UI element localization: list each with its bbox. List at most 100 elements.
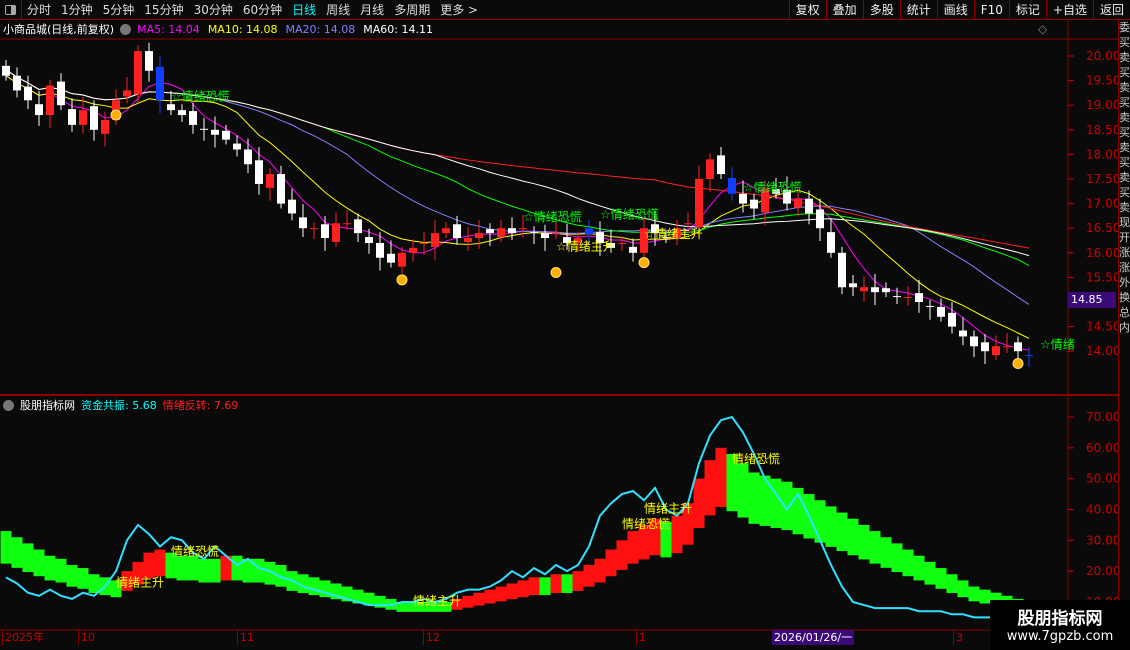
candle-body [365, 237, 373, 243]
stock-title: 小商品城(日线,前复权) [3, 23, 115, 36]
ma-label: MA10: 14.08 [207, 22, 278, 36]
candle-body [46, 85, 54, 116]
emotion-bar [484, 589, 496, 604]
y-tick-label: 19.50 [1086, 74, 1120, 88]
side-info-column: 委买卖买卖买卖买卖买卖买卖现开涨涨外换总内 [1118, 20, 1130, 630]
gold-coin-icon [396, 274, 408, 286]
indicator-legend: 股朋指标网 资金共振: 5.68 情绪反转: 7.69 [3, 397, 238, 413]
emotion-bar [902, 549, 914, 577]
emotion-bar [88, 574, 100, 593]
signal-label: 情绪主升 [413, 594, 461, 608]
period-toolbar: 分时 1分钟 5分钟 15分钟 30分钟 60分钟 日线 周线 月线 多周期 更多 > 复权 叠加 多股… [0, 0, 1130, 20]
toolbar-button[interactable]: 统计 [899, 0, 937, 20]
y-tick-label: 14.00 [1086, 344, 1120, 358]
candle-body [13, 75, 21, 91]
period-tab[interactable]: 60分钟 [238, 1, 287, 18]
emotion-bar [770, 478, 782, 528]
toolbar-button[interactable]: +自选 [1045, 0, 1093, 20]
toolbar-button[interactable]: 多股 [862, 0, 900, 20]
emotion-bar [913, 555, 925, 581]
candle-body [376, 242, 384, 258]
candle-body [387, 253, 395, 263]
candle-body [1003, 346, 1011, 348]
toolbar-button[interactable]: 标记 [1008, 0, 1046, 20]
candle-body [79, 110, 87, 125]
emotion-bar [308, 577, 320, 596]
candle-body [750, 199, 758, 209]
candle-body [431, 233, 439, 247]
y-tick-label: 19.00 [1086, 98, 1120, 112]
emotion-bar [605, 549, 617, 577]
emotion-bar [880, 537, 892, 568]
diamond-icon: ◇ [1038, 22, 1048, 36]
signal-label: ☆情绪恐慌 [600, 207, 659, 221]
period-tab[interactable]: 分时 [22, 1, 56, 18]
toolbar-button[interactable]: F10 [973, 0, 1009, 20]
panel-toggle-icon[interactable] [0, 0, 22, 20]
cursor-date: 2026/01/26/一 [772, 630, 855, 645]
emotion-bar [781, 481, 793, 531]
gold-coin-icon [110, 109, 122, 121]
candle-body [277, 174, 285, 204]
emotion-bar [737, 463, 749, 518]
period-tab[interactable]: 日线 [287, 1, 321, 18]
period-tab[interactable]: 月线 [355, 1, 389, 18]
emotion-bar [561, 574, 573, 593]
period-tab[interactable]: 1分钟 [56, 1, 98, 18]
emotion-bar [154, 549, 166, 577]
y-tick-label: 20.00 [1086, 564, 1120, 578]
period-tab[interactable]: 多周期 [389, 1, 435, 18]
price-legend: 小商品城(日线,前复权) MA5: 14.04 MA10: 14.08 MA20: … [3, 21, 433, 37]
candle-body [134, 51, 142, 95]
candle-body [541, 233, 549, 239]
candle-body [684, 223, 692, 225]
period-tab[interactable]: 15分钟 [139, 1, 188, 18]
candle-body [68, 109, 76, 125]
ma-label: MA60: 14.11 [363, 22, 433, 36]
emotion-bar [44, 555, 56, 581]
candle-body [816, 209, 824, 229]
toolbar-button[interactable]: 叠加 [825, 0, 863, 20]
candle-body [321, 224, 329, 239]
toolbar-button[interactable]: 画线 [936, 0, 974, 20]
emotion-bar [715, 447, 727, 508]
emotion-bar [627, 531, 639, 564]
emotion-bar [968, 586, 980, 602]
signal-label: ☆情绪 [1040, 338, 1075, 352]
dropdown-icon[interactable] [120, 23, 132, 35]
date-label: 1 [636, 630, 646, 645]
period-tab[interactable]: 更多 > [435, 1, 483, 18]
emotion-bar [33, 549, 45, 577]
period-tab[interactable]: 周线 [321, 1, 355, 18]
candle-body [530, 232, 538, 234]
y-tick-label: 17.00 [1086, 197, 1120, 211]
ma10-line [5, 75, 1030, 339]
emotion-bar [55, 558, 67, 583]
dropdown-icon[interactable] [3, 399, 14, 411]
candle-body [475, 233, 483, 239]
date-label: 12 [423, 630, 440, 645]
candle-body [398, 252, 406, 267]
toolbar-button[interactable]: 复权 [788, 0, 826, 20]
candle-body [233, 143, 241, 150]
signal-label: ☆情绪恐慌 [171, 89, 230, 103]
emotion-bar [825, 506, 837, 547]
candle-body [145, 51, 153, 71]
candle-body [156, 66, 164, 101]
toolbar-button[interactable]: 返回 [1092, 0, 1130, 20]
emotion-bar [187, 555, 199, 581]
period-tab[interactable]: 30分钟 [189, 1, 238, 18]
candle-body [244, 149, 252, 165]
period-tab[interactable]: 5分钟 [98, 1, 140, 18]
candle-body [794, 198, 802, 208]
y-tick-label: 40.00 [1086, 502, 1120, 516]
emotion-bar [143, 552, 155, 579]
candle-body [552, 233, 560, 235]
signal-label: ☆情绪主升 [644, 227, 703, 241]
candle-body [57, 81, 65, 106]
chart-canvas[interactable]: ◇ 20.00 19.50 19.00 18.50 18.00 17.50 17.00 16.5… [0, 0, 1130, 650]
emotion-bar [462, 595, 474, 608]
candle-body [948, 312, 956, 327]
emotion-bar [77, 568, 89, 589]
candle-body [1025, 355, 1033, 357]
